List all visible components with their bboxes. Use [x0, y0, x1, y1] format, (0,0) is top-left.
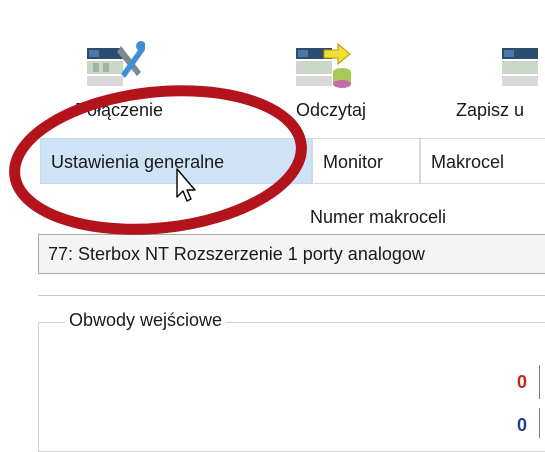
device-read-icon — [296, 42, 351, 88]
macrocell-number-label: Numer makroceli — [310, 207, 447, 227]
tab-strip: Ustawienia generalne Monitor Makrocel — [0, 138, 545, 188]
input-circuits-title: Obwody wejściowe — [65, 310, 227, 331]
tab-macrocell[interactable]: Makrocel — [420, 138, 545, 184]
toolbar: Połączenie Odczytaj Zapisz u — [0, 0, 545, 128]
input-circuits-group — [38, 322, 545, 452]
input-value: 0 — [517, 415, 528, 435]
value-separator — [539, 408, 540, 438]
tab-monitor[interactable]: Monitor — [312, 138, 420, 184]
device-write-icon — [502, 48, 538, 86]
divider — [38, 295, 545, 296]
connect-label: Połączenie — [75, 100, 164, 120]
input-value: 0 — [517, 372, 528, 392]
value-separator — [539, 365, 540, 399]
device-tools-icon — [87, 41, 145, 86]
macrocell-select[interactable]: 77: Sterbox NT Rozszerzenie 1 porty anal… — [38, 234, 545, 274]
tab-general-settings[interactable]: Ustawienia generalne — [40, 138, 312, 184]
write-label: Zapisz u — [456, 100, 525, 120]
read-label: Odczytaj — [296, 100, 367, 120]
